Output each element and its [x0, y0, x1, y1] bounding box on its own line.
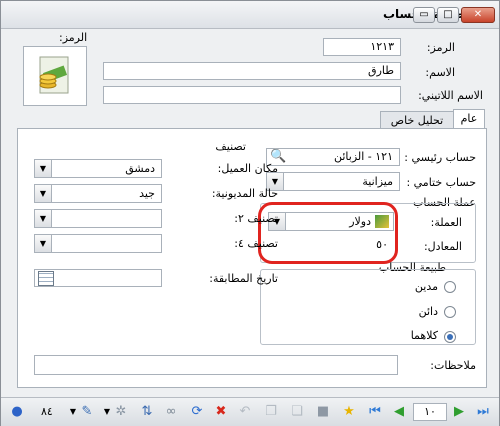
latin-name-field[interactable] — [103, 86, 401, 104]
highlight-circle — [258, 202, 398, 264]
class4-select[interactable]: ▼ — [34, 234, 162, 253]
radio-credit-label: دائن — [418, 305, 438, 318]
latin-name-label: الاسم اللاتيني: — [418, 89, 483, 102]
first-record-icon[interactable]: ⏮ — [367, 404, 383, 420]
main-account-label: حساب رئيسي : — [404, 151, 476, 164]
minimize-button[interactable]: ▭ — [413, 7, 435, 23]
bottom-toolbar: ● ٨٤ ▼ ✎ ▼ ✲ ⇅ ∞ ⟳ ✖ ↶ ❐ ❏ ■ ★ ⏮ ◀ ١٠ ▶ … — [1, 397, 499, 426]
client-place-select[interactable]: دمشق ▼ — [34, 159, 162, 178]
debt-status-label: حالة المديونية: — [211, 187, 278, 200]
chevron-down-icon[interactable]: ▼ — [35, 210, 52, 227]
general-tab-panel: حساب رئيسي : ١٢١ - الزبائن 🔍 حساب ختامي … — [17, 128, 487, 388]
image-code-label: الرمز: — [59, 31, 88, 44]
attach-icon[interactable]: ✎ — [79, 404, 95, 420]
radio-credit[interactable] — [444, 306, 456, 318]
client-place-label: مكان العميل: — [217, 162, 278, 175]
favorite-icon[interactable]: ★ — [341, 404, 357, 420]
notes-field[interactable] — [34, 355, 398, 375]
code-field[interactable]: ١٢١٣ — [323, 38, 401, 56]
maximize-button[interactable]: □ — [437, 7, 459, 23]
account-card-window: بطاقة الحساب ▭ □ ✕ الرمز: ١٢١٣ الاسم: طا… — [0, 0, 500, 426]
match-date-label: تاريخ المطابقة: — [209, 272, 278, 285]
debt-status-value: جيد — [139, 187, 155, 200]
info-icon[interactable]: ● — [9, 404, 25, 420]
save-icon[interactable]: ■ — [315, 404, 331, 420]
final-account-value: ميزانية — [362, 175, 393, 188]
final-account-label: حساب ختامي : — [406, 176, 476, 189]
title-bar: بطاقة الحساب ▭ □ ✕ — [1, 1, 499, 29]
classification-legend: تصنيف — [215, 140, 246, 153]
close-button[interactable]: ✕ — [461, 7, 495, 23]
code-label: الرمز: — [426, 41, 455, 54]
radio-debit[interactable] — [444, 281, 456, 293]
link-icon[interactable]: ∞ — [163, 404, 179, 420]
previous-record-icon[interactable]: ◀ — [391, 404, 407, 420]
tab-special-analysis[interactable]: تحليل خاص — [380, 111, 454, 129]
final-account-select[interactable]: ميزانية ▼ — [266, 172, 400, 191]
chevron-down-icon[interactable]: ▼ — [35, 160, 52, 177]
rate-label: المعادل: — [423, 240, 462, 253]
radio-both-label: كلاهما — [410, 329, 438, 342]
class2-select[interactable]: ▼ — [34, 209, 162, 228]
undo-icon[interactable]: ↶ — [237, 404, 253, 420]
name-label: الاسم: — [425, 66, 455, 79]
account-image[interactable] — [23, 46, 87, 106]
last-record-icon[interactable]: ⏭ — [475, 404, 491, 420]
refresh-icon[interactable]: ⟳ — [189, 404, 205, 420]
class4-label: تصنيف ٤: — [234, 237, 278, 250]
settings-icon[interactable]: ✲ — [113, 404, 129, 420]
paste-icon[interactable]: ❏ — [289, 404, 305, 420]
tab-general[interactable]: عام — [453, 109, 485, 129]
debt-status-select[interactable]: جيد ▼ — [34, 184, 162, 203]
record-count: ٨٤ — [41, 405, 53, 418]
class2-label: تصنيف ٢: — [234, 212, 278, 225]
money-icon — [39, 56, 69, 94]
chevron-down-icon[interactable]: ▼ — [35, 235, 52, 252]
radio-both[interactable] — [444, 331, 456, 343]
copy-icon[interactable]: ❐ — [263, 404, 279, 420]
notes-label: ملاحظات: — [430, 359, 476, 372]
currency-label: العملة: — [430, 216, 462, 229]
chevron-down-icon[interactable]: ▼ — [35, 185, 52, 202]
next-record-icon[interactable]: ▶ — [451, 404, 467, 420]
name-field[interactable]: طارق — [103, 62, 401, 80]
client-place-value: دمشق — [125, 162, 155, 175]
delete-icon[interactable]: ✖ — [213, 404, 229, 420]
sort-icon[interactable]: ⇅ — [139, 404, 155, 420]
record-number-field[interactable]: ١٠ — [413, 403, 447, 421]
radio-debit-label: مدين — [414, 280, 438, 293]
main-account-field[interactable]: ١٢١ - الزبائن — [266, 148, 400, 166]
calendar-icon[interactable] — [38, 271, 54, 286]
